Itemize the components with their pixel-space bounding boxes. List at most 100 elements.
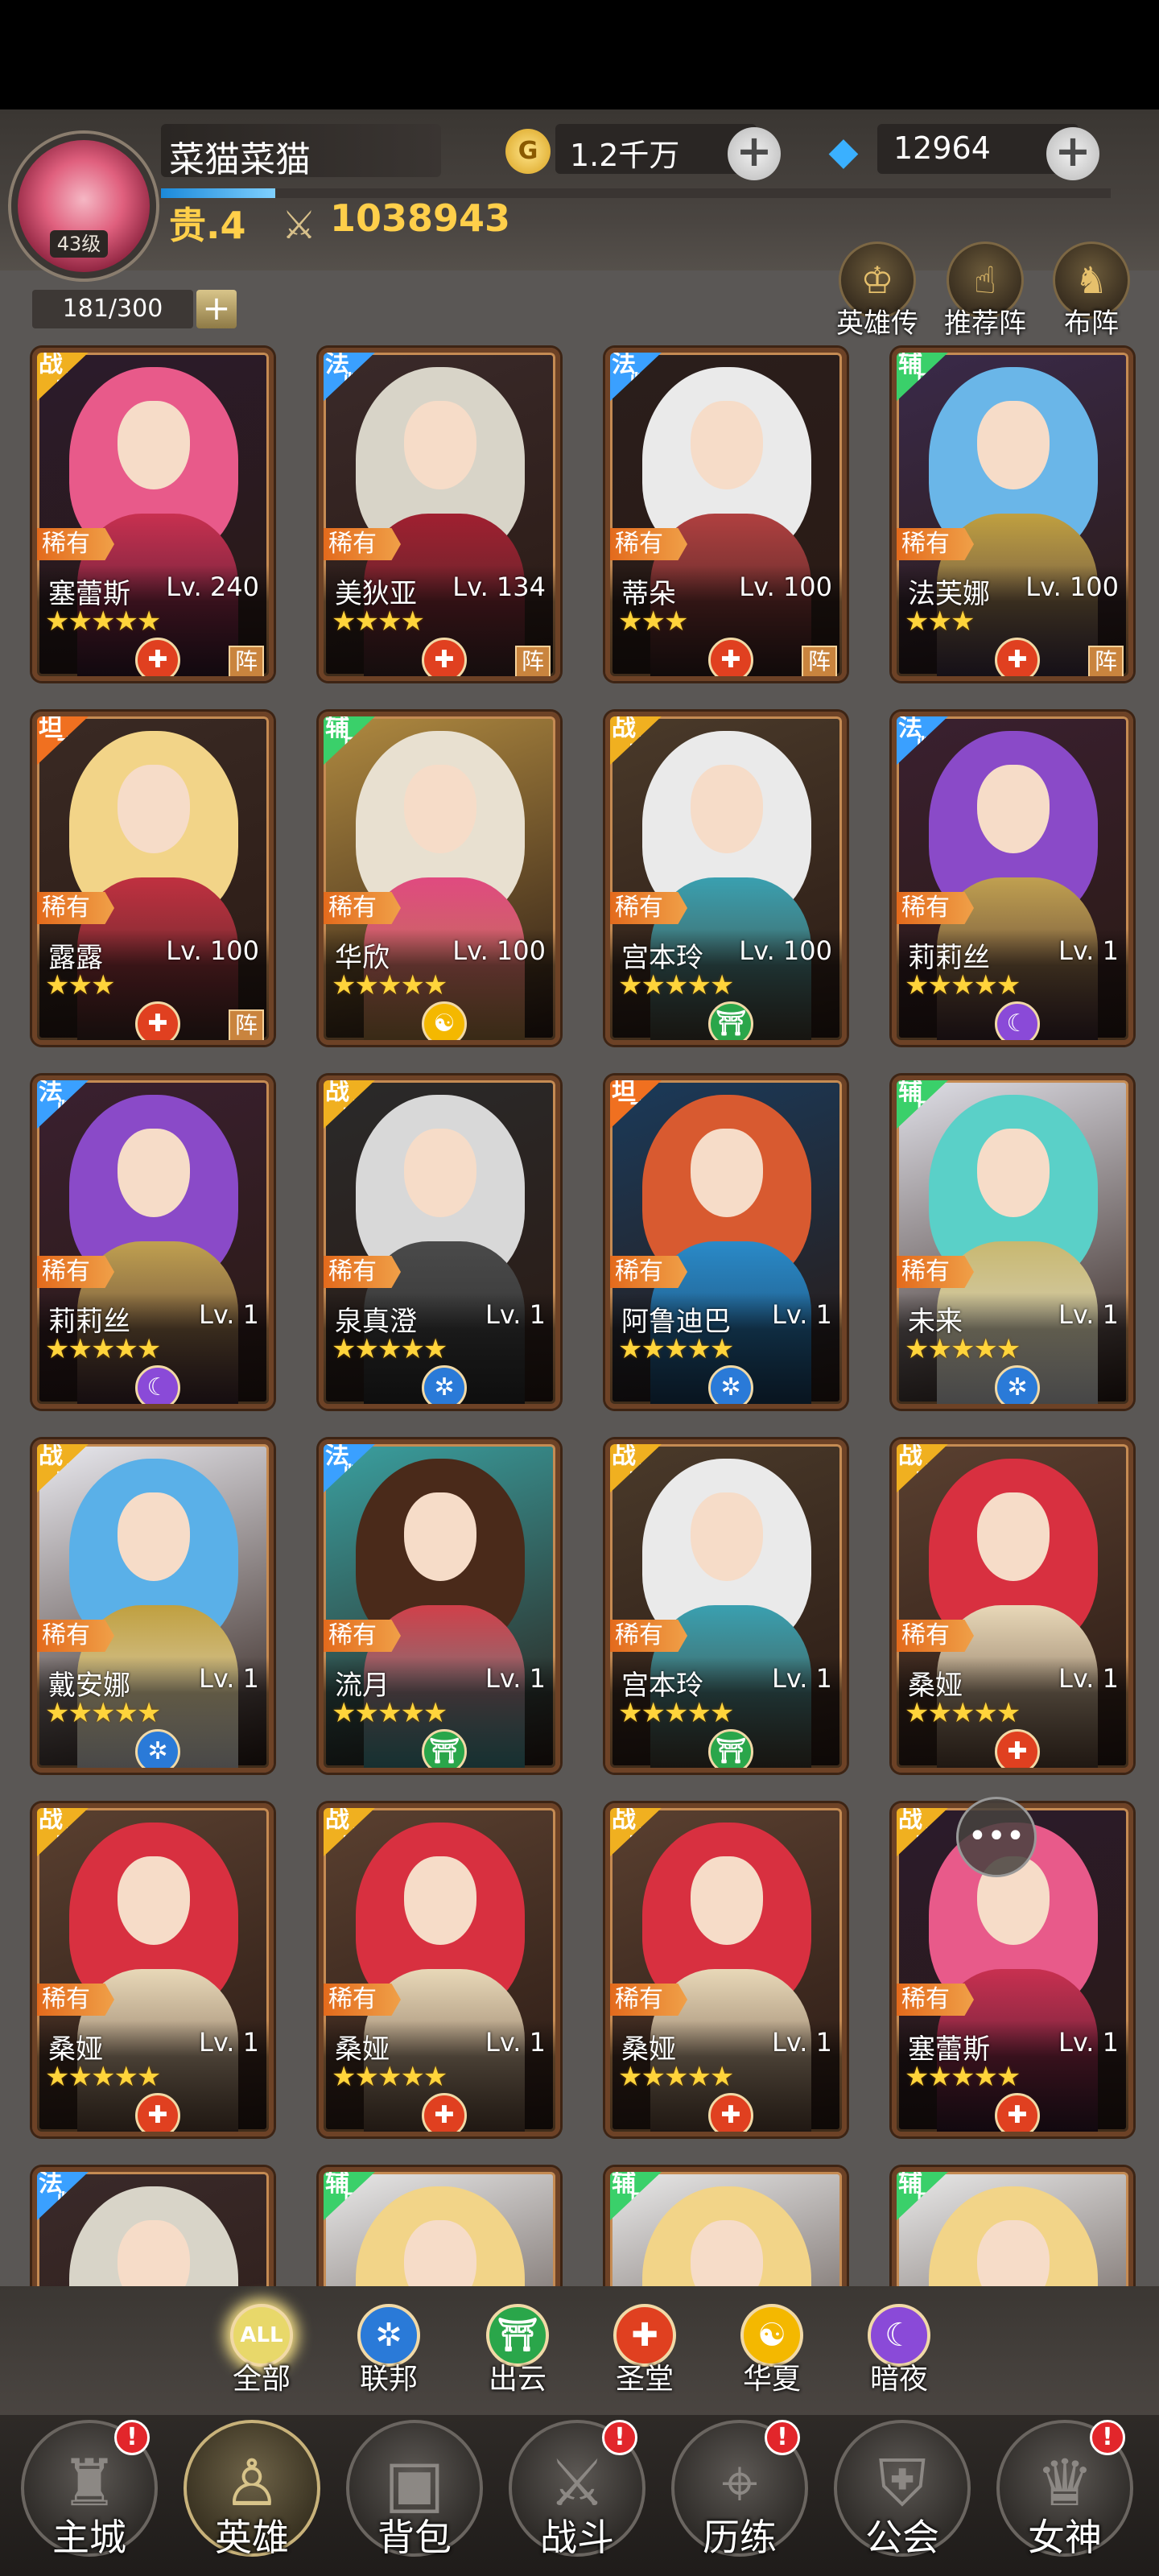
hero-faction-icon: ✚ [995,2093,1040,2132]
hero-card[interactable]: 辅 助 稀有 华欣 Lv. 100 ★★★★★ ☯ [319,712,560,1045]
hero-info: 塞蕾斯 Lv. 1 ★★★★★ ✚ [897,2021,1128,2132]
hero-info: 泉真澄 Lv. 1 ★★★★★ ✲ [324,1293,555,1404]
nav-shield[interactable]: ⛨ 公会 [826,2420,979,2573]
hero-portrait-face [118,765,190,853]
hero-portrait-face [977,1129,1050,1217]
hero-rarity-tag: 稀有 [610,1620,687,1652]
hero-card[interactable]: 辅 助 稀有 未来 Lv. 1 ★★★★★ ✲ [892,1075,1133,1409]
hero-card[interactable]: 法 师 [32,2167,274,2286]
add-diamond-button[interactable]: + [1046,127,1099,180]
nav-castle[interactable]: ♜ 主城 ! [13,2420,166,2573]
faction-filter-night[interactable]: ☾ 暗夜 [855,2304,943,2397]
hero-rarity-tag: 稀有 [37,1984,114,2016]
hero-portrait-face [977,1492,1050,1581]
faction-filter-fed[interactable]: ✲ 联邦 [344,2304,433,2397]
hero-rarity-tag: 稀有 [897,528,974,560]
faction-filter-hx[interactable]: ☯ 华夏 [728,2304,816,2397]
nav-label: 女神 [1028,2516,1102,2559]
player-name-box: 菜猫菜猫 [161,124,441,180]
hero-rarity-tag: 稀有 [324,528,401,560]
in-formation-badge: 阵 [229,1009,264,1040]
hero-card[interactable]: 战 士 稀有 泉真澄 Lv. 1 ★★★★★ ✲ [319,1075,560,1409]
hero-faction-icon: ⛩ [708,1729,753,1768]
hero-card[interactable]: 坦 克 稀有 露露 Lv. 100 ★★★ ✚ 阵 [32,712,274,1045]
hero-card[interactable]: 辅 助 [892,2167,1133,2286]
hero-card[interactable]: 战 士 稀有 桑娅 Lv. 1 ★★★★★ ✚ [319,1803,560,2136]
hero-card[interactable]: 法 师 稀有 莉莉丝 Lv. 1 ★★★★★ ☾ [892,712,1133,1045]
hero-card[interactable]: 战 士 稀有 桑娅 Lv. 1 ★★★★★ ✚ [605,1803,847,2136]
hero-card[interactable]: 法 师 稀有 莉莉丝 Lv. 1 ★★★★★ ☾ [32,1075,274,1409]
recommended-lineup-button[interactable]: ☝ 推荐阵 [937,242,1033,340]
hero-stars: ★★★★★ [618,2061,734,2093]
hero-faction-icon: ✚ [708,638,753,676]
hero-level: Lv. 1 [1058,2027,1119,2058]
exp-bar [161,188,1111,198]
hero-info: 宫本玲 Lv. 100 ★★★★★ ⛩ [610,929,842,1040]
hero-info: 桑娅 Lv. 1 ★★★★★ ✚ [324,2021,555,2132]
hero-faction-icon: ✚ [422,638,467,676]
hero-card[interactable]: 战 士 稀有 宫本玲 Lv. 100 ★★★★★ ⛩ [605,712,847,1045]
hero-stars: ★★★★★ [905,969,1021,1001]
hero-faction-icon: ☾ [135,1365,180,1404]
player-level: 43级 [50,230,108,258]
hero-info: 露露 Lv. 100 ★★★ ✚ 阵 [37,929,269,1040]
hero-rarity-tag: 稀有 [897,1984,974,2016]
faction-filter-label: 出云 [488,2363,547,2396]
faction-filter-all[interactable]: ALL 全部 [217,2304,306,2397]
hero-stars: ★★★ [618,605,688,638]
hero-level: Lv. 1 [199,1299,259,1330]
hero-level: Lv. 1 [485,1299,546,1330]
hero-card[interactable]: 法 师 稀有 蒂朵 Lv. 100 ★★★ ✚ 阵 [605,348,847,681]
hero-level: Lv. 1 [772,1299,832,1330]
hero-stars: ★★★★★ [618,1697,734,1729]
hero-portrait [37,2172,269,2286]
hero-portrait-face [977,765,1050,853]
nav-map[interactable]: ⌖ 历练 ! [663,2420,816,2573]
hero-faction-icon: ✲ [995,1365,1040,1404]
hero-card[interactable]: 辅 助 稀有 法芙娜 Lv. 100 ★★★ ✚ 阵 [892,348,1133,681]
hero-info: 塞蕾斯 Lv. 240 ★★★★★ ✚ 阵 [37,565,269,676]
hero-rarity-tag: 稀有 [897,1256,974,1288]
hero-count: 181/300 [32,290,193,328]
nav-swords[interactable]: ⚔ 战斗 ! [501,2420,654,2573]
hero-card[interactable]: 辅 助 [319,2167,560,2286]
hero-info: 美狄亚 Lv. 134 ★★★★ ✚ 阵 [324,565,555,676]
hero-rarity-tag: 稀有 [610,1256,687,1288]
faction-filter-cloud[interactable]: ⛩ 出云 [473,2304,562,2397]
hero-level: Lv. 134 [452,572,546,602]
hero-card[interactable]: 战 士 稀有 塞蕾斯 Lv. 240 ★★★★★ ✚ 阵 [32,348,274,681]
hero-level: Lv. 100 [1025,572,1119,602]
chat-bubble-icon[interactable]: ••• [956,1797,1037,1877]
hero-card[interactable]: 辅 助 [605,2167,847,2286]
hero-portrait-face [977,2220,1050,2286]
hero-level: Lv. 100 [739,572,832,602]
hero-biography-button[interactable]: ♔ 英雄传 [829,242,926,340]
nav-goddess[interactable]: ♛ 女神 ! [988,2420,1141,2573]
formation-label: 布阵 [1064,308,1119,340]
hero-card[interactable]: 战 士 稀有 桑娅 Lv. 1 ★★★★★ ✚ [892,1439,1133,1773]
hero-level: Lv. 100 [739,935,832,966]
hero-card[interactable]: 战 士 稀有 宫本玲 Lv. 1 ★★★★★ ⛩ [605,1439,847,1773]
hero-portrait [324,2172,555,2286]
hero-card[interactable]: 法 师 稀有 流月 Lv. 1 ★★★★★ ⛩ [319,1439,560,1773]
hero-portrait-face [118,1129,190,1217]
hero-card[interactable]: 战 士 稀有 戴安娜 Lv. 1 ★★★★★ ✲ [32,1439,274,1773]
expand-roster-button[interactable]: + [196,290,237,328]
hero-info: 阿鲁迪巴 Lv. 1 ★★★★★ ✲ [610,1293,842,1404]
hero-card[interactable]: 战 士 稀有 桑娅 Lv. 1 ★★★★★ ✚ [32,1803,274,2136]
formation-button[interactable]: ♞ 布阵 [1043,242,1140,340]
hero-portrait-face [691,1856,763,1945]
hero-stars: ★★★★★ [618,969,734,1001]
faction-filter-holy[interactable]: ✚ 圣堂 [600,2304,689,2397]
nav-backpack[interactable]: ▣ 背包 [338,2420,491,2573]
hero-level: Lv. 1 [199,2027,259,2058]
hero-stars: ★★★★★ [905,1697,1021,1729]
hero-stars: ★★★★★ [45,1697,161,1729]
diamond-icon: ◆ [828,129,859,174]
hero-level: Lv. 100 [452,935,546,966]
gold-box: 1.2千万 [555,124,757,174]
add-gold-button[interactable]: + [728,127,781,180]
nav-hero[interactable]: ♙ 英雄 [175,2420,328,2573]
hero-card[interactable]: 法 师 稀有 美狄亚 Lv. 134 ★★★★ ✚ 阵 [319,348,560,681]
hero-card[interactable]: 坦 克 稀有 阿鲁迪巴 Lv. 1 ★★★★★ ✲ [605,1075,847,1409]
